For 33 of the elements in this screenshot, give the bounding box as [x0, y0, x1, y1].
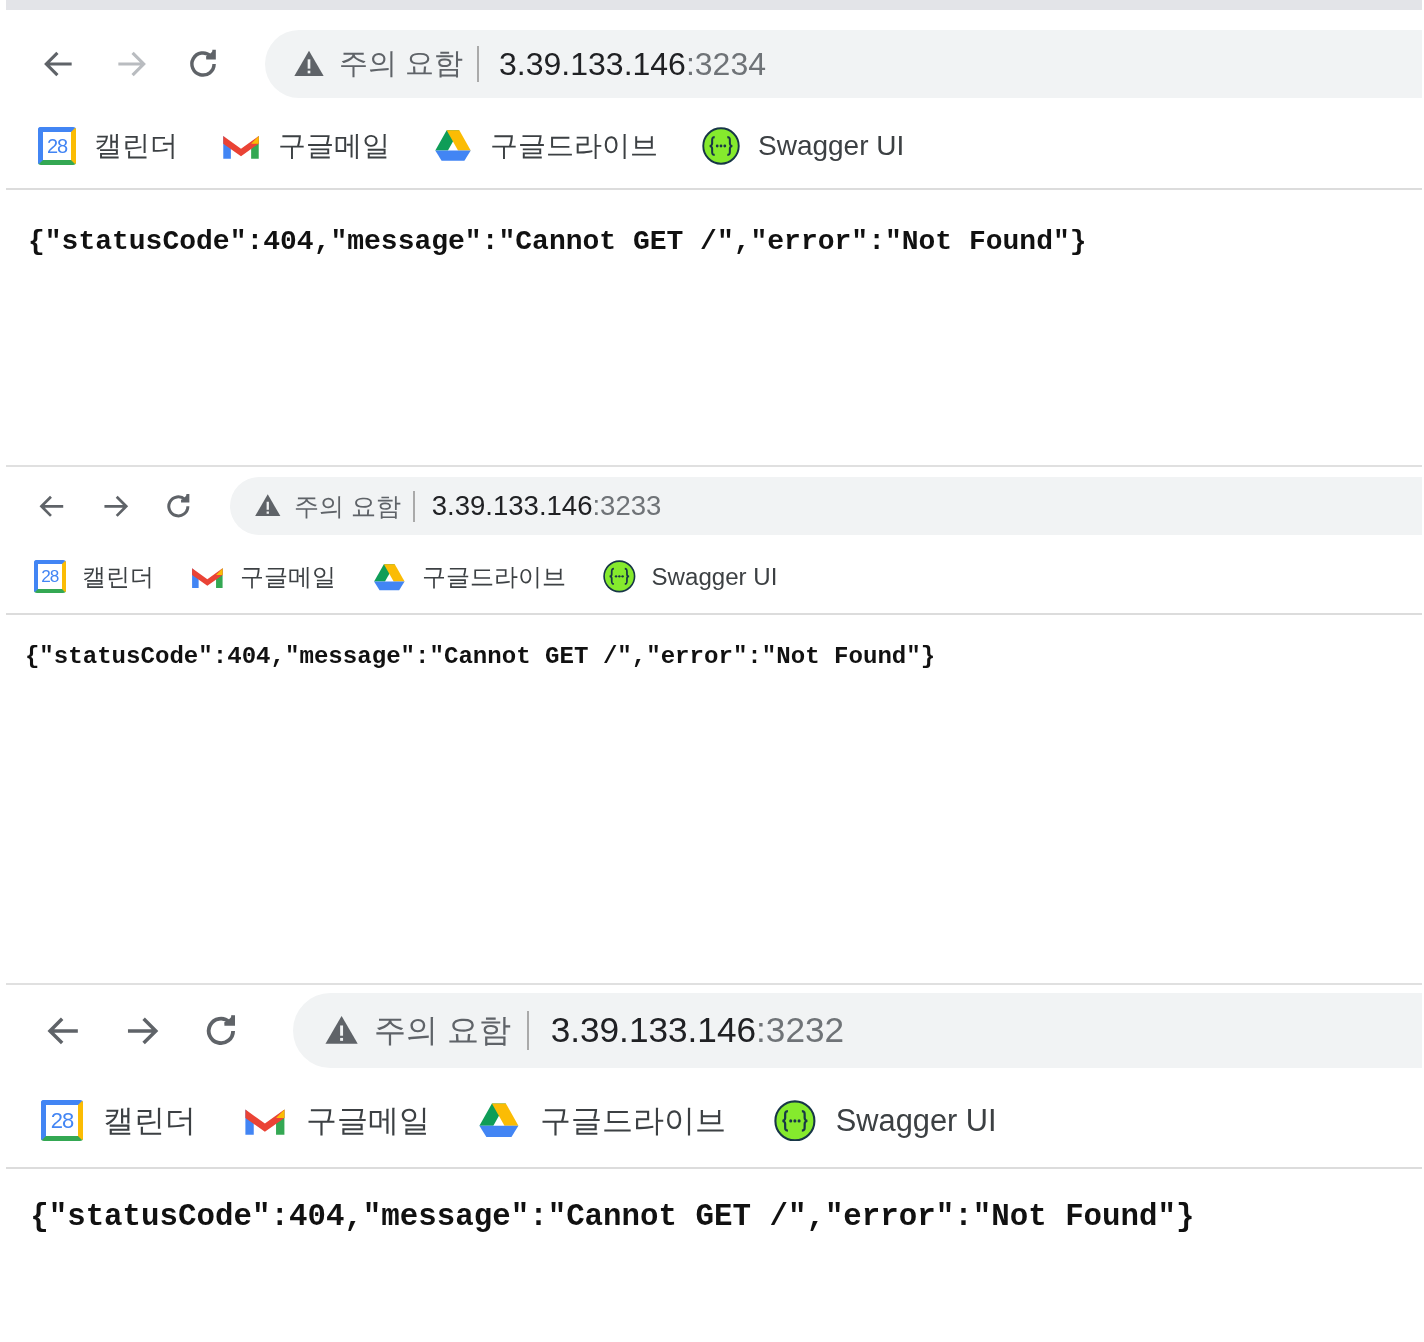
bookmark-link[interactable]: 구글메일 — [222, 127, 390, 165]
bookmark-link[interactable]: 28 캘린더 — [41, 1099, 196, 1142]
json-response-text: {"statusCode":404,"message":"Cannot GET /","error":"Not Found"} — [30, 1198, 1196, 1234]
calendar-icon: 28 — [38, 127, 76, 165]
bookmark-link[interactable]: Swagger UI — [702, 127, 905, 165]
bookmark-link[interactable]: 구글메일 — [244, 1099, 430, 1142]
triangle-icon — [373, 562, 407, 591]
json-response-text: {"statusCode":404,"message":"Cannot GET /","error":"Not Found"} — [28, 226, 1088, 257]
url-text: 3.39.133.146:3233 — [431, 490, 662, 523]
bookmark-link[interactable]: 28 캘린더 — [38, 127, 178, 165]
address-bar[interactable]: 주의 요함 3.39.133.146:3234 — [265, 30, 1422, 98]
json-response-text: {"statusCode":404,"message":"Cannot GET /","error":"Not Found"} — [24, 642, 937, 670]
bookmark-link[interactable]: 구글드라이브 — [478, 1099, 726, 1142]
url-text: 3.39.133.146:3234 — [499, 45, 766, 83]
address-bar[interactable]: 주의 요함 3.39.133.146:3233 — [230, 477, 1422, 536]
calendar-icon: 28 — [41, 1099, 83, 1142]
braces-icon — [774, 1099, 816, 1142]
triangle-icon — [434, 129, 472, 163]
bookmark-link[interactable]: 구글드라이브 — [373, 560, 566, 593]
bookmark-link[interactable]: 구글메일 — [191, 560, 336, 593]
security-label[interactable]: 주의 요함 — [339, 44, 464, 84]
bookmark-link[interactable]: 28 캘린더 — [33, 560, 154, 594]
address-bar[interactable]: 주의 요함 3.39.133.146:3232 — [293, 993, 1422, 1068]
url-text: 3.39.133.146:3232 — [550, 1010, 845, 1051]
security-label[interactable]: 주의 요함 — [293, 489, 401, 523]
bookmark-link[interactable]: Swagger UI — [603, 560, 778, 594]
calendar-icon: 28 — [33, 560, 67, 594]
braces-icon — [603, 560, 637, 594]
triangle-icon — [478, 1102, 520, 1139]
braces-icon — [702, 127, 740, 165]
bookmark-link[interactable]: Swagger UI — [774, 1099, 997, 1142]
security-label[interactable]: 주의 요함 — [374, 1008, 512, 1052]
bookmark-link[interactable]: 구글드라이브 — [434, 127, 658, 165]
